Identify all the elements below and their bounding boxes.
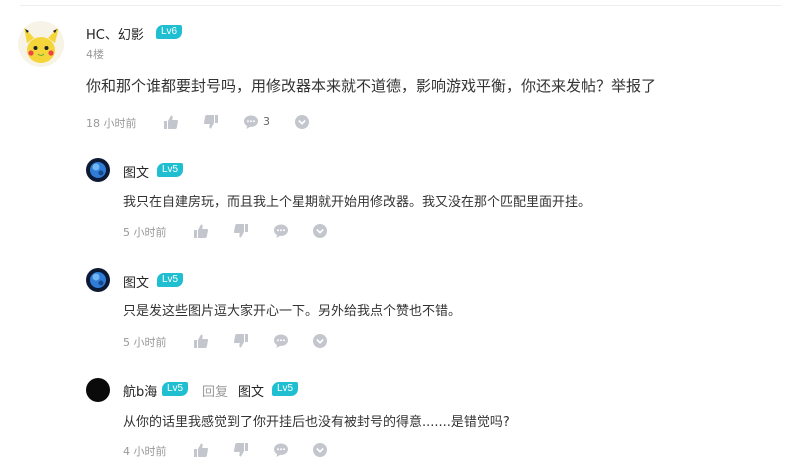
reply-actions: 4 小时前: [123, 442, 333, 458]
reply-avatar[interactable]: [86, 158, 110, 182]
reply-to-author[interactable]: 图文: [238, 381, 264, 400]
level-badge: Lv5: [157, 163, 184, 177]
reply-author[interactable]: 图文: [123, 272, 149, 291]
reply-icon[interactable]: [273, 333, 289, 349]
reply-actions: 5 小时前: [123, 333, 333, 349]
reply-text: 我只在自建房玩，而且我上个星期就开始用修改器。我又没在那个匹配里面开挂。: [123, 195, 592, 210]
reply-text: 只是发这些图片逗大家开心一下。另外给我点个赞也不错。: [123, 304, 462, 319]
more-options-icon[interactable]: [312, 333, 328, 349]
avatar[interactable]: [18, 21, 64, 67]
like-icon[interactable]: [193, 442, 209, 458]
dislike-icon[interactable]: [233, 223, 249, 239]
planet-avatar-image: [86, 268, 110, 292]
reply-avatar[interactable]: [86, 378, 110, 402]
reply-author[interactable]: 图文: [123, 162, 149, 181]
like-icon[interactable]: [163, 114, 179, 130]
pikachu-avatar-image: [18, 21, 64, 67]
level-badge: Lv5: [157, 273, 184, 287]
reply-time: 5 小时前: [123, 226, 167, 239]
reply-avatar[interactable]: [86, 268, 110, 292]
reply-icon[interactable]: [273, 442, 289, 458]
more-options-icon[interactable]: [312, 223, 328, 239]
reply-icon[interactable]: [243, 114, 259, 130]
level-badge: Lv5: [162, 382, 189, 396]
comment-actions: 18 小时前 3: [86, 114, 326, 130]
reply-actions: 5 小时前: [123, 223, 333, 239]
planet-avatar-image: [86, 158, 110, 182]
comment-text: 你和那个谁都要封号吗，用修改器本来就不道德，影响游戏平衡，你还来发帖？举报了: [86, 77, 657, 95]
like-icon[interactable]: [193, 333, 209, 349]
dislike-icon[interactable]: [233, 333, 249, 349]
reply-time: 5 小时前: [123, 336, 167, 349]
reply-to-label: 回复: [202, 385, 229, 400]
floor-number: 4楼: [86, 48, 104, 61]
reply-text: 从你的话里我感觉到了你开挂后也没有被封号的得意.......是错觉吗?: [123, 415, 510, 430]
reply-time: 4 小时前: [123, 445, 167, 458]
reply-author[interactable]: 航b海: [123, 381, 157, 400]
comment-time: 18 小时前: [86, 117, 137, 130]
more-options-icon[interactable]: [294, 114, 310, 130]
top-divider: [20, 5, 781, 6]
dislike-icon[interactable]: [233, 442, 249, 458]
more-options-icon[interactable]: [312, 442, 328, 458]
reply-count: 3: [263, 115, 270, 128]
comment-author[interactable]: HC、幻影: [86, 24, 144, 43]
reply-icon[interactable]: [273, 223, 289, 239]
level-badge: Lv5: [272, 382, 299, 396]
like-icon[interactable]: [193, 223, 209, 239]
dislike-icon[interactable]: [203, 114, 219, 130]
level-badge: Lv6: [156, 25, 183, 39]
